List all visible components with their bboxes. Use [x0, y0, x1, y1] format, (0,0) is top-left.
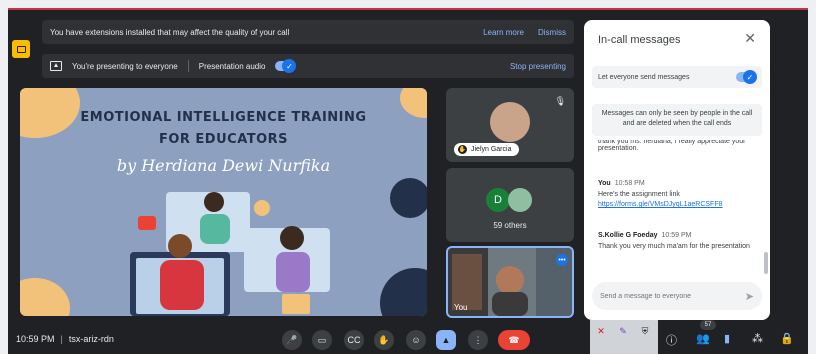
learn-more-link[interactable]: Learn more: [483, 28, 524, 37]
others-avatar-initial: D: [486, 188, 510, 212]
send-messages-label: Let everyone send messages: [598, 73, 690, 81]
shield-icon[interactable]: ⛨: [638, 324, 652, 338]
meet-window: You have extensions installed that may a…: [8, 8, 808, 354]
emoji-icon: ☺: [411, 335, 421, 345]
camera-button[interactable]: ▭: [312, 330, 332, 350]
others-avatar: [508, 188, 532, 212]
message-time: 10:58 PM: [614, 180, 645, 187]
extension-icon[interactable]: ✕: [594, 324, 608, 338]
participant-avatar: [490, 102, 530, 142]
self-label: You: [454, 303, 468, 312]
message-text: Here's the assignment link: [598, 191, 680, 198]
send-messages-setting: Let everyone send messages ✓: [592, 66, 762, 88]
send-icon[interactable]: ➤: [745, 290, 754, 303]
list-item: You 10:58 PM Here's the assignment link h…: [598, 180, 758, 208]
meeting-code: tsx-ariz-rdn: [68, 334, 114, 344]
presentation-slide: EMOTIONAL INTELLIGENCE TRAINING FOR EDUC…: [20, 88, 427, 316]
mic-icon: 🎤: [286, 334, 298, 345]
present-icon: ▲: [441, 335, 451, 345]
hand-icon: ✋: [378, 334, 390, 345]
people-icon[interactable]: 👥: [696, 332, 710, 345]
people-count-badge: 57: [700, 320, 716, 330]
stop-presenting-button[interactable]: Stop presenting: [510, 62, 566, 71]
clock: 10:59 PM: [16, 334, 55, 344]
captions-icon: CC: [347, 335, 361, 345]
extensions-banner-text: You have extensions installed that may a…: [50, 27, 290, 37]
message-text: Thank you very much ma'am for the presen…: [598, 243, 750, 250]
send-messages-toggle[interactable]: ✓: [736, 70, 757, 84]
extension-warning-icon[interactable]: [12, 40, 30, 58]
activities-icon[interactable]: ⁂: [752, 332, 763, 345]
presenting-banner: You're presenting to everyone Presentati…: [42, 54, 574, 78]
message-sender: You: [598, 180, 611, 187]
banner-divider: [187, 60, 189, 72]
mic-button[interactable]: 🎤: [282, 330, 302, 350]
chat-scrollbar[interactable]: [764, 252, 768, 274]
check-icon: ✓: [282, 59, 297, 73]
mic-off-icon: 🎙: [554, 96, 566, 106]
message-compose: ➤: [592, 282, 762, 310]
others-tile[interactable]: D 59 others: [446, 168, 574, 242]
message-time: 10:59 PM: [661, 232, 692, 239]
reactions-button[interactable]: ☺: [406, 330, 426, 350]
host-controls-icon[interactable]: 🔒: [780, 332, 794, 345]
top-accent-line: [8, 8, 808, 10]
message-link[interactable]: https://forms.gle/VMsDJyqL1aeRCSFF8: [598, 201, 758, 208]
slide-illustration: [130, 192, 330, 316]
participant-name: Jielyn Garcia: [471, 146, 512, 153]
camera-icon: ▭: [317, 334, 327, 345]
list-item: S.Kollie G Foeday 10:59 PM Thank you very…: [598, 232, 758, 250]
captions-button[interactable]: CC: [344, 330, 364, 350]
close-icon[interactable]: ✕: [744, 30, 756, 47]
self-tile[interactable]: ••• You: [446, 246, 574, 318]
extensions-banner: You have extensions installed that may a…: [42, 20, 574, 44]
others-count: 59 others: [493, 221, 527, 230]
message-input[interactable]: [600, 292, 745, 300]
list-item: thank you ms. herdiana, I really appreci…: [598, 140, 758, 152]
participant-tile[interactable]: 🎙 ✋ Jielyn Garcia: [446, 88, 574, 162]
meeting-info: 10:59 PM | tsx-ariz-rdn: [16, 334, 114, 344]
presentation-audio-toggle[interactable]: ✓: [275, 59, 297, 73]
more-options-button[interactable]: ⋮: [468, 330, 488, 350]
chat-icon[interactable]: ▮: [724, 332, 730, 345]
present-screen-icon: [50, 61, 62, 71]
presenting-text: You're presenting to everyone: [72, 61, 178, 71]
audio-level-icon: •••: [556, 254, 568, 266]
hand-raise-icon: ✋: [458, 145, 467, 154]
in-call-messages-panel: In-call messages ✕ Let everyone send mes…: [584, 20, 770, 320]
chat-title: In-call messages: [598, 34, 681, 46]
raise-hand-button[interactable]: ✋: [374, 330, 394, 350]
participant-name-chip: ✋ Jielyn Garcia: [454, 143, 520, 156]
dismiss-button[interactable]: Dismiss: [538, 28, 566, 37]
message-list: thank you ms. herdiana, I really appreci…: [584, 140, 770, 278]
more-vert-icon: ⋮: [473, 334, 483, 345]
meeting-details-icon[interactable]: ⓘ: [666, 332, 677, 348]
leave-call-button[interactable]: ☎: [498, 330, 530, 350]
message-sender: S.Kollie G Foeday: [598, 232, 658, 239]
phone-end-icon: ☎: [508, 334, 520, 345]
extension-tray: ✕ ✎ ⛨: [590, 320, 658, 354]
chat-notice: Messages can only be seen by people in t…: [592, 104, 762, 136]
pen-icon[interactable]: ✎: [616, 324, 630, 338]
message-text: thank you ms. herdiana, I really appreci…: [598, 140, 746, 152]
presentation-audio-label: Presentation audio: [198, 61, 266, 71]
check-icon: ✓: [743, 70, 757, 84]
present-button[interactable]: ▲: [436, 330, 456, 350]
